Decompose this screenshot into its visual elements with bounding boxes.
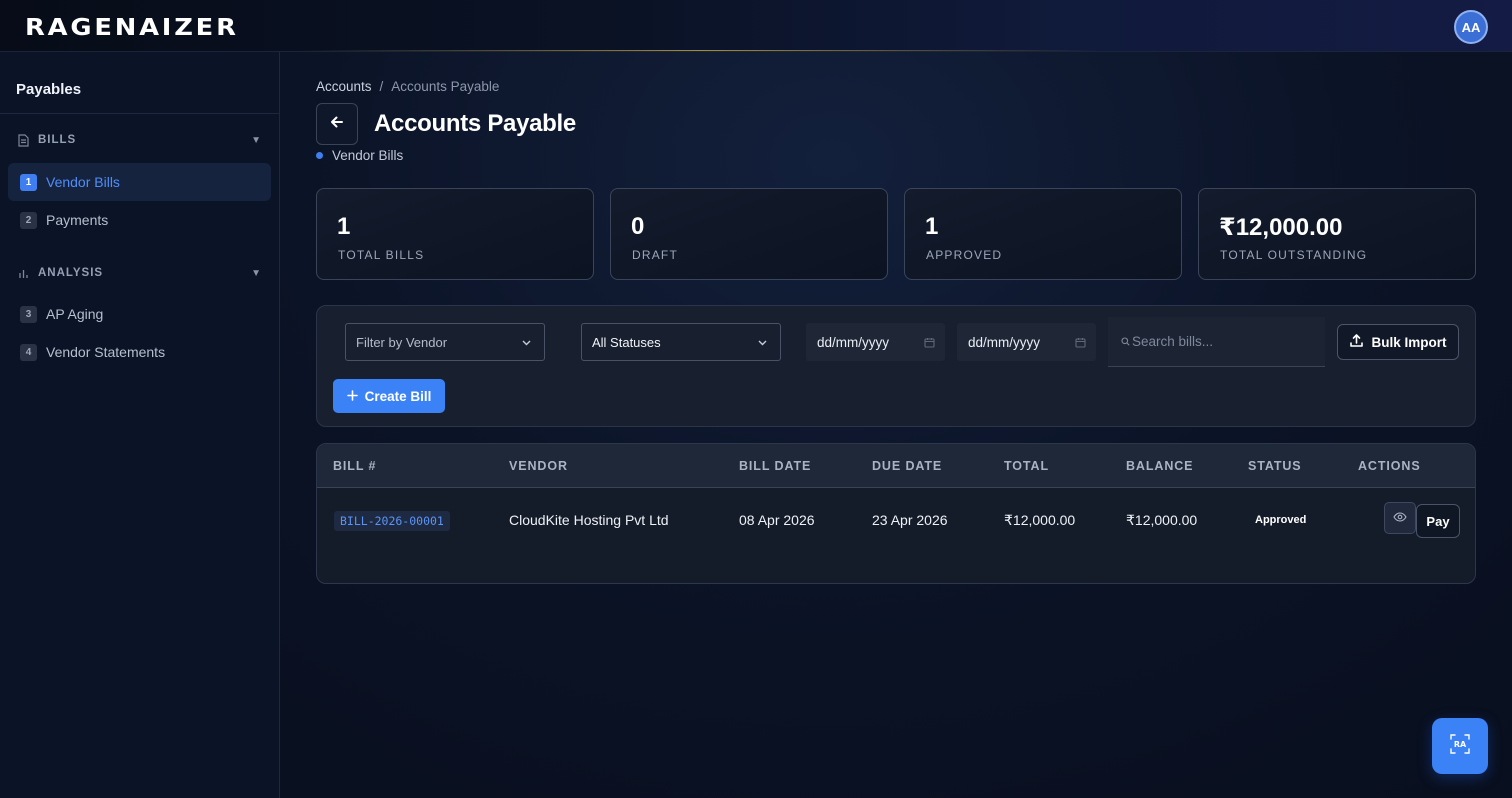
- stat-card-total-bills: 1 TOTAL BILLS: [316, 188, 594, 280]
- back-button[interactable]: [316, 103, 358, 145]
- sidebar-item-number: 4: [20, 343, 37, 361]
- sidebar-section-analysis[interactable]: ANALYSIS ▼: [18, 263, 266, 283]
- stat-value: 1: [337, 213, 351, 240]
- calendar-icon[interactable]: [924, 336, 935, 351]
- view-bill-button[interactable]: [1384, 502, 1416, 534]
- search-input[interactable]: Search bills...: [1108, 317, 1325, 367]
- column-header[interactable]: DUE DATE: [872, 459, 942, 473]
- create-bill-button[interactable]: Create Bill: [333, 379, 445, 413]
- sidebar-section-label: BILLS: [38, 134, 77, 146]
- stat-label: APPROVED: [926, 248, 1003, 262]
- sidebar-item-label: Vendor Bills: [46, 174, 120, 190]
- eye-icon: [1393, 509, 1407, 527]
- column-header[interactable]: BALANCE: [1126, 459, 1193, 473]
- sidebar: Payables BILLS ▼ 1 Vendor Bills 2 Paymen…: [0, 52, 280, 798]
- stat-card-total-outstanding: ₹12,000.00 TOTAL OUTSTANDING: [1198, 188, 1476, 280]
- column-header[interactable]: BILL DATE: [739, 459, 811, 473]
- sidebar-item-payments[interactable]: 2 Payments: [8, 201, 271, 239]
- sidebar-divider: [0, 113, 279, 114]
- status-dot: [316, 152, 323, 159]
- stat-label: TOTAL BILLS: [338, 248, 425, 262]
- table-header: BILL # VENDOR BILL DATE DUE DATE TOTAL B…: [317, 444, 1475, 488]
- chevron-down-icon[interactable]: ▼: [251, 135, 262, 146]
- page-subtitle-text: Vendor Bills: [332, 148, 404, 163]
- sidebar-item-label: Vendor Statements: [46, 344, 166, 360]
- page-title: Accounts Payable: [374, 110, 576, 137]
- chevron-down-icon: [521, 336, 532, 351]
- column-header[interactable]: TOTAL: [1004, 459, 1049, 473]
- breadcrumb-separator: /: [379, 79, 384, 94]
- column-header[interactable]: BILL #: [333, 459, 376, 473]
- upload-icon: [1349, 333, 1364, 351]
- vendor-cell: CloudKite Hosting Pvt Ltd: [509, 512, 669, 528]
- sidebar-item-number: 3: [20, 305, 37, 323]
- page-subtitle: Vendor Bills: [316, 148, 403, 163]
- sidebar-section-label: ANALYSIS: [38, 267, 104, 279]
- sidebar-item-vendor-bills[interactable]: 1 Vendor Bills: [8, 163, 271, 201]
- total-cell: ₹12,000.00: [1004, 512, 1076, 528]
- chevron-down-icon: [757, 336, 768, 351]
- arrow-left-icon: [329, 114, 345, 135]
- vendor-filter-select[interactable]: Filter by Vendor: [345, 323, 545, 361]
- sidebar-item-number: 1: [20, 173, 37, 191]
- date-to-input[interactable]: dd/mm/yyyy: [957, 323, 1096, 361]
- svg-text:RA: RA: [1454, 740, 1467, 749]
- sidebar-item-label: AP Aging: [46, 306, 104, 322]
- bar-chart-icon: [18, 267, 30, 280]
- create-bill-label: Create Bill: [364, 388, 432, 404]
- stat-value: 0: [631, 213, 645, 240]
- user-avatar[interactable]: AA: [1454, 10, 1488, 44]
- stat-value: 1: [925, 213, 939, 240]
- plus-icon: [346, 389, 358, 404]
- assistant-fab-button[interactable]: RA: [1432, 718, 1488, 774]
- stat-label: TOTAL OUTSTANDING: [1220, 248, 1368, 262]
- vendor-filter-placeholder: Filter by Vendor: [356, 334, 448, 350]
- sidebar-item-ap-aging[interactable]: 3 AP Aging: [8, 295, 271, 333]
- column-header[interactable]: STATUS: [1248, 459, 1302, 473]
- bulk-import-button[interactable]: Bulk Import: [1337, 324, 1459, 360]
- assistant-icon: RA: [1448, 732, 1472, 761]
- status-filter-select[interactable]: All Statuses: [581, 323, 781, 361]
- breadcrumb-current: Accounts Payable: [391, 79, 500, 94]
- column-header[interactable]: VENDOR: [509, 459, 568, 473]
- status-filter-value: All Statuses: [592, 334, 661, 350]
- date-to-placeholder: dd/mm/yyyy: [968, 334, 1041, 350]
- pay-button[interactable]: Pay: [1416, 504, 1460, 538]
- sidebar-title: Payables: [16, 81, 82, 98]
- stat-value: ₹12,000.00: [1219, 214, 1343, 241]
- sidebar-item-vendor-statements[interactable]: 4 Vendor Statements: [8, 333, 271, 371]
- sidebar-section-bills[interactable]: BILLS ▼: [18, 130, 266, 150]
- calendar-icon[interactable]: [1075, 336, 1086, 351]
- bills-table: BILL # VENDOR BILL DATE DUE DATE TOTAL B…: [316, 443, 1476, 584]
- stat-card-draft: 0 DRAFT: [610, 188, 888, 280]
- column-header: ACTIONS: [1358, 459, 1421, 473]
- top-bar-glow-line: [300, 50, 1100, 51]
- app-logo[interactable]: RAGENAIZER: [25, 15, 239, 41]
- breadcrumb: Accounts / Accounts Payable: [316, 79, 499, 94]
- search-placeholder: Search bills...: [1132, 334, 1214, 349]
- date-from-input[interactable]: dd/mm/yyyy: [806, 323, 945, 361]
- bill-date-cell: 08 Apr 2026: [739, 512, 815, 528]
- bill-number-link[interactable]: BILL-2026-00001: [334, 511, 450, 531]
- date-from-placeholder: dd/mm/yyyy: [817, 334, 890, 350]
- search-icon: [1121, 337, 1130, 346]
- status-badge: Approved: [1255, 514, 1307, 526]
- stat-label: DRAFT: [632, 248, 678, 262]
- sidebar-item-label: Payments: [46, 212, 109, 228]
- chevron-down-icon[interactable]: ▼: [251, 268, 262, 279]
- document-icon: [18, 133, 30, 147]
- due-date-cell: 23 Apr 2026: [872, 512, 948, 528]
- breadcrumb-link-accounts[interactable]: Accounts: [316, 79, 372, 94]
- bulk-import-label: Bulk Import: [1371, 334, 1447, 350]
- stat-card-approved: 1 APPROVED: [904, 188, 1182, 280]
- sidebar-item-number: 2: [20, 211, 37, 229]
- balance-cell: ₹12,000.00: [1126, 512, 1198, 528]
- top-bar: RAGENAIZER AA: [0, 0, 1512, 52]
